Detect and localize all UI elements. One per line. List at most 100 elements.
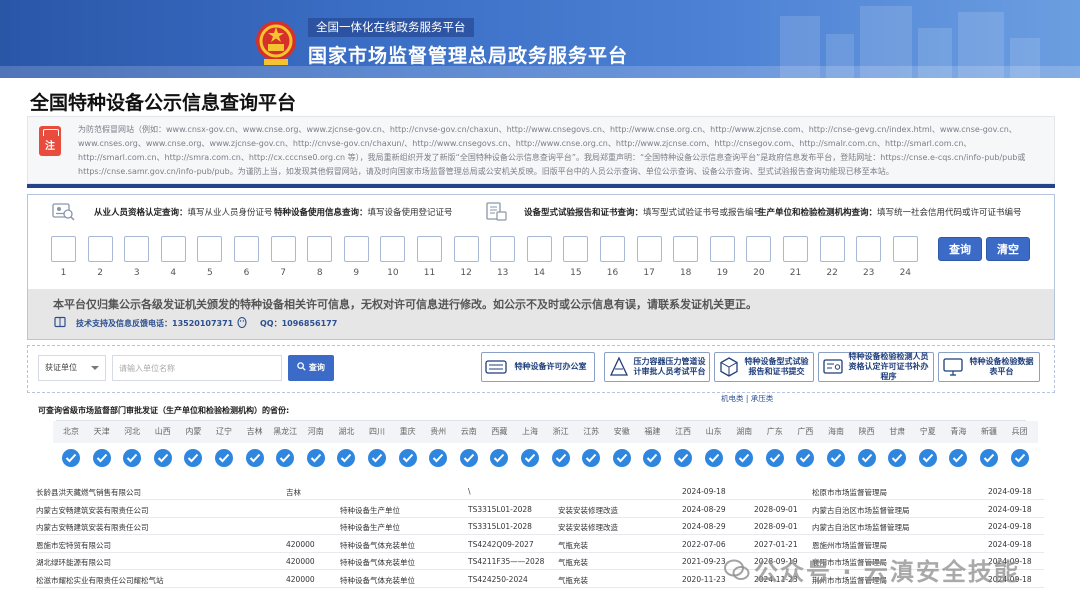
table-cell: 420000 [286, 574, 315, 584]
code-box-13[interactable] [490, 236, 516, 262]
query-search-button[interactable]: 查询 [938, 237, 982, 261]
book-icon [54, 316, 66, 328]
code-box-5[interactable] [197, 236, 223, 262]
table-cell: TS3315L01-2028 [468, 522, 532, 531]
code-box-12[interactable] [453, 236, 479, 262]
code-box-24[interactable] [892, 236, 918, 262]
unit-name-input[interactable] [112, 355, 282, 381]
table-cell: 2027-01-21 [754, 539, 798, 549]
code-box-8[interactable] [307, 236, 333, 262]
table-cell: 内蒙古安畅建筑安装有限责任公司 [36, 523, 149, 532]
disclaimer-text: 本平台仅归集公示各级发证机关颁发的特种设备相关许可信息，无权对许可信息进行修改。… [53, 298, 757, 311]
category-personnel: 从业人员资格认定查询：填写从业人员身份证号 [94, 208, 273, 218]
table-cell: 2024-08-29 [682, 504, 726, 514]
checkmark-icon [245, 449, 264, 467]
code-box-18[interactable] [673, 236, 699, 262]
code-box-number: 3 [133, 268, 140, 278]
code-box-4[interactable] [160, 236, 186, 262]
code-box-1[interactable] [51, 236, 76, 262]
table-cell: 松原市市场监督管理局 [812, 488, 887, 497]
table-cell: 恩施市宏特贸有限公司 [36, 540, 111, 550]
code-box-7[interactable] [270, 236, 296, 262]
code-box-16[interactable] [600, 236, 625, 262]
code-box-9[interactable] [343, 236, 369, 262]
code-box-number: 8 [316, 268, 323, 278]
table-cell: 特种设备生产单位 [340, 523, 400, 532]
table-cell: 2024-09-18 [682, 487, 726, 496]
table-cell: 气瓶充装 [558, 575, 588, 585]
table-cell: 2024-09-18 [988, 522, 1032, 531]
table-cell: 松滋市耀松实业有限责任公司耀松气站 [36, 575, 164, 585]
code-box-number: 23 [862, 268, 875, 278]
code-box-6[interactable] [234, 236, 259, 262]
checkmark-icon [184, 449, 203, 467]
checkmark-icon [123, 449, 142, 467]
unit-search-button[interactable]: 查询 [288, 355, 334, 381]
checkmark-icon [62, 449, 80, 467]
code-box-number: 4 [170, 268, 177, 278]
code-box-number: 1 [60, 268, 67, 278]
table-cell: 2028-09-01 [754, 522, 798, 531]
platform-label: 特种设备型式试验报告和证书提交 [744, 357, 809, 376]
platform-inspection-data[interactable]: 特种设备检验数据表平台 [938, 352, 1040, 382]
platform-label: 特种设备检验数据表平台 [969, 357, 1034, 376]
checkmark-icon [276, 449, 295, 467]
checkmark-icon [735, 449, 754, 467]
checkmark-icon [949, 449, 968, 467]
table-cell: 吉林 [286, 488, 301, 497]
checkmark-icon [704, 449, 723, 467]
table-cell: 特种设备气体充装单位 [340, 558, 415, 567]
query-clear-button[interactable]: 清空 [986, 237, 1030, 261]
checkmark-icon [306, 449, 325, 467]
code-box-number: 14 [533, 268, 546, 278]
code-box-19[interactable] [709, 236, 735, 262]
table-row[interactable]: 恩施市宏特贸有限公司 420000 特种设备气体充装单位 TS4242Q09-2027… [36, 535, 1044, 553]
table-cell: 安装安装修理改造 [558, 523, 618, 532]
checkmark-icon [796, 449, 815, 467]
platform-label: 压力容器压力管道设计审批人员考试平台 [633, 357, 706, 376]
page-title: 全国特种设备公示信息查询平台 [30, 92, 297, 114]
checkmark-icon [521, 449, 539, 467]
table-row[interactable]: 内蒙古安畅建筑安装有限责任公司 特种设备生产单位 TS3315L01-2028 安装安… [36, 517, 1044, 535]
code-box-number: 13 [496, 268, 509, 278]
checkmark-icon [398, 449, 417, 467]
code-box-21[interactable] [783, 236, 808, 262]
national-emblem-icon [256, 21, 296, 65]
code-box-17[interactable] [636, 236, 662, 262]
monitor-icon [943, 358, 963, 376]
code-box-14[interactable] [526, 236, 552, 262]
table-row[interactable]: 内蒙古安畅建筑安装有限责任公司 特种设备生产单位 TS3315L01-2028 安装安… [36, 500, 1044, 518]
platform-certificate-reissue[interactable]: 特种设备检验检测人员资格认定许可证书补办程序 [818, 352, 934, 382]
support-phone: 技术支持及信息反馈电话：13520107371 [76, 319, 234, 328]
table-cell: 2028-09-01 [754, 504, 798, 514]
code-box-22[interactable] [819, 236, 845, 262]
code-box-10[interactable] [380, 236, 406, 262]
province-item[interactable]: 兵团 [1001, 421, 1038, 477]
checkmark-icon [674, 449, 692, 467]
code-box-3[interactable] [124, 236, 150, 262]
checkmark-icon [153, 449, 172, 467]
table-cell: 内蒙古自治区市场监督管理局 [812, 505, 910, 515]
platform-type-test-submit[interactable]: 特种设备型式试验报告和证书提交 [714, 352, 814, 382]
platform-category-tabs[interactable]: 机电类 | 承压类 [721, 393, 773, 404]
code-box-20[interactable] [746, 236, 772, 262]
cube-icon [720, 357, 738, 377]
unit-search-label: 查询 [308, 363, 325, 372]
checkmark-icon [980, 449, 998, 467]
platform-design-exam[interactable]: 压力容器压力管道设计审批人员考试平台 [604, 352, 710, 382]
table-cell: \ [468, 487, 471, 496]
code-box-2[interactable] [87, 236, 113, 262]
table-cell: 2024-09-18 [988, 504, 1032, 514]
checkmark-icon [490, 449, 509, 467]
code-box-23[interactable] [856, 236, 882, 262]
code-box-15[interactable] [563, 236, 589, 262]
code-box-number: 18 [679, 268, 692, 278]
table-cell: 2020-11-23 [682, 574, 726, 584]
code-box-number: 7 [280, 268, 286, 278]
table-row[interactable]: 长龄县洪天藏燃气销售有限公司 吉林 \ 2024-09-18 松原市市场监督管理局 202… [36, 482, 1044, 500]
compass-tool-icon [609, 356, 629, 376]
search-type-select[interactable]: 获证单位 [38, 355, 106, 381]
checkmark-icon [857, 449, 876, 467]
code-box-11[interactable] [417, 236, 442, 262]
platform-license-office[interactable]: 特种设备许可办公室 [481, 352, 595, 382]
